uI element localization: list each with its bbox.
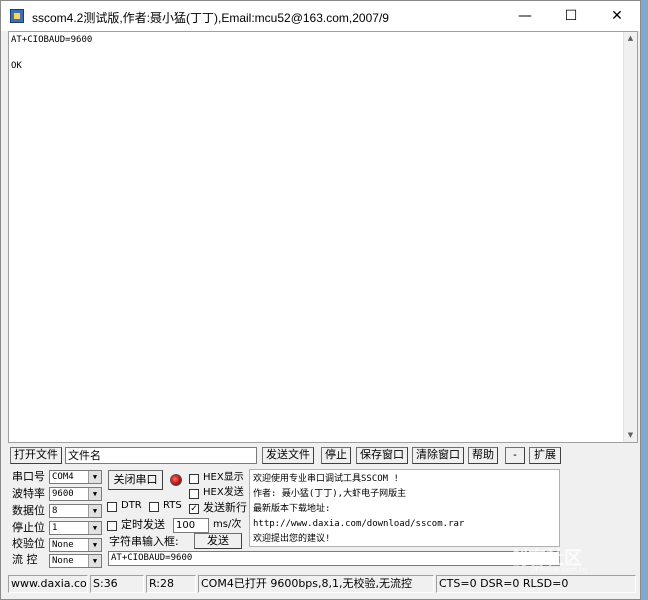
stop-button[interactable]: 停止 xyxy=(321,447,351,464)
status-port-state: COM4已打开 9600bps,8,1,无校验,无流控 xyxy=(198,575,434,593)
status-received: R:28 xyxy=(146,575,196,593)
databits-select[interactable]: 8 ▼ xyxy=(49,504,102,518)
parity-select[interactable]: None ▼ xyxy=(49,538,102,552)
timed-send-checkbox[interactable] xyxy=(107,521,117,531)
minus-button[interactable]: - xyxy=(505,447,525,464)
minimize-button[interactable]: — xyxy=(502,1,548,31)
dropdown-arrow-icon[interactable]: ▼ xyxy=(88,539,101,551)
interval-input[interactable]: 100 xyxy=(173,518,209,533)
flow-select[interactable]: None ▼ xyxy=(49,554,102,568)
info-panel: 欢迎使用专业串口调试工具SSCOM ! 作者: 聂小猛(丁丁),大虾电子网版主 … xyxy=(249,469,560,547)
hex-send-checkbox[interactable] xyxy=(189,489,199,499)
input-label: 字符串输入框: xyxy=(109,535,179,548)
port-label: 串口号 xyxy=(12,470,45,483)
stopbits-label: 停止位 xyxy=(12,521,45,534)
close-port-button[interactable]: 关闭串口 xyxy=(108,470,163,490)
parity-label: 校验位 xyxy=(12,537,45,550)
send-newline-label: 发送新行 xyxy=(203,501,247,514)
baud-value: 9600 xyxy=(52,489,74,499)
dropdown-arrow-icon[interactable]: ▼ xyxy=(88,522,101,534)
file-toolbar: 打开文件 文件名 发送文件 停止 保存窗口 清除窗口 帮助 - 扩展 xyxy=(8,447,638,465)
dropdown-arrow-icon[interactable]: ▼ xyxy=(88,488,101,500)
expand-button[interactable]: 扩展 xyxy=(529,447,561,464)
app-icon[interactable] xyxy=(10,9,24,23)
clear-window-button[interactable]: 清除窗口 xyxy=(412,447,464,464)
databits-value: 8 xyxy=(52,506,58,516)
port-status-led-icon xyxy=(170,474,182,486)
help-button[interactable]: 帮助 xyxy=(468,447,498,464)
info-line: 最新版本下载地址: xyxy=(253,504,331,514)
vertical-scrollbar[interactable]: ▲ ▼ xyxy=(623,32,637,442)
baud-select[interactable]: 9600 ▼ xyxy=(49,487,102,501)
hex-send-label: HEX发送 xyxy=(203,487,244,498)
stopbits-value: 1 xyxy=(52,523,58,533)
receive-text: AT+CIOBAUD=9600 OK xyxy=(11,35,93,71)
watermark-sub: DFRobot.com.cn xyxy=(530,566,588,574)
open-file-button[interactable]: 打开文件 xyxy=(10,447,62,464)
status-site: www.daxia.com xyxy=(8,575,88,593)
databits-label: 数据位 xyxy=(12,504,45,517)
send-newline-checkbox[interactable]: ✓ xyxy=(189,504,199,514)
baud-label: 波特率 xyxy=(12,487,45,500)
send-file-button[interactable]: 发送文件 xyxy=(262,447,314,464)
app-window: sscom4.2测试版,作者:聂小猛(丁丁),Email:mcu52@163.c… xyxy=(0,0,641,600)
interval-unit: ms/次 xyxy=(213,519,242,530)
hex-display-checkbox[interactable] xyxy=(189,474,199,484)
close-button[interactable]: ✕ xyxy=(594,1,640,31)
info-line: 作者: 聂小猛(丁丁),大虾电子网版主 xyxy=(253,489,407,499)
port-select[interactable]: COM4 ▼ xyxy=(49,470,102,484)
window-title: sscom4.2测试版,作者:聂小猛(丁丁),Email:mcu52@163.c… xyxy=(32,11,389,25)
receive-area[interactable]: AT+CIOBAUD=9600 OK ▲ ▼ xyxy=(8,31,638,443)
info-link[interactable]: http://www.daxia.com/download/sscom.rar xyxy=(253,517,556,532)
rts-label: RTS xyxy=(163,500,182,511)
scroll-up-icon[interactable]: ▲ xyxy=(624,32,637,45)
dropdown-arrow-icon[interactable]: ▼ xyxy=(88,555,101,567)
file-name-field[interactable]: 文件名 xyxy=(65,447,257,464)
title-bar[interactable]: sscom4.2测试版,作者:聂小猛(丁丁),Email:mcu52@163.c… xyxy=(1,1,640,31)
stopbits-select[interactable]: 1 ▼ xyxy=(49,521,102,535)
flow-label: 流 控 xyxy=(12,553,38,566)
send-button[interactable]: 发送 xyxy=(194,533,242,549)
rts-checkbox[interactable] xyxy=(149,502,159,512)
dropdown-arrow-icon[interactable]: ▼ xyxy=(88,505,101,517)
parity-value: None xyxy=(52,540,74,550)
info-line: 欢迎使用专业串口调试工具SSCOM ! xyxy=(253,474,399,484)
dropdown-arrow-icon[interactable]: ▼ xyxy=(88,471,101,483)
port-value: COM4 xyxy=(52,472,74,482)
maximize-button[interactable]: ☐ xyxy=(548,1,594,31)
dtr-checkbox[interactable] xyxy=(107,502,117,512)
dtr-label: DTR xyxy=(121,500,142,511)
scroll-down-icon[interactable]: ▼ xyxy=(624,429,637,442)
save-window-button[interactable]: 保存窗口 xyxy=(356,447,408,464)
timed-send-label: 定时发送 xyxy=(121,518,165,531)
status-sent: S:36 xyxy=(90,575,144,593)
flow-value: None xyxy=(52,556,74,566)
watermark-logo: 创客社区 DFRobot.com.cn xyxy=(480,540,640,580)
hex-display-label: HEX显示 xyxy=(203,472,244,483)
